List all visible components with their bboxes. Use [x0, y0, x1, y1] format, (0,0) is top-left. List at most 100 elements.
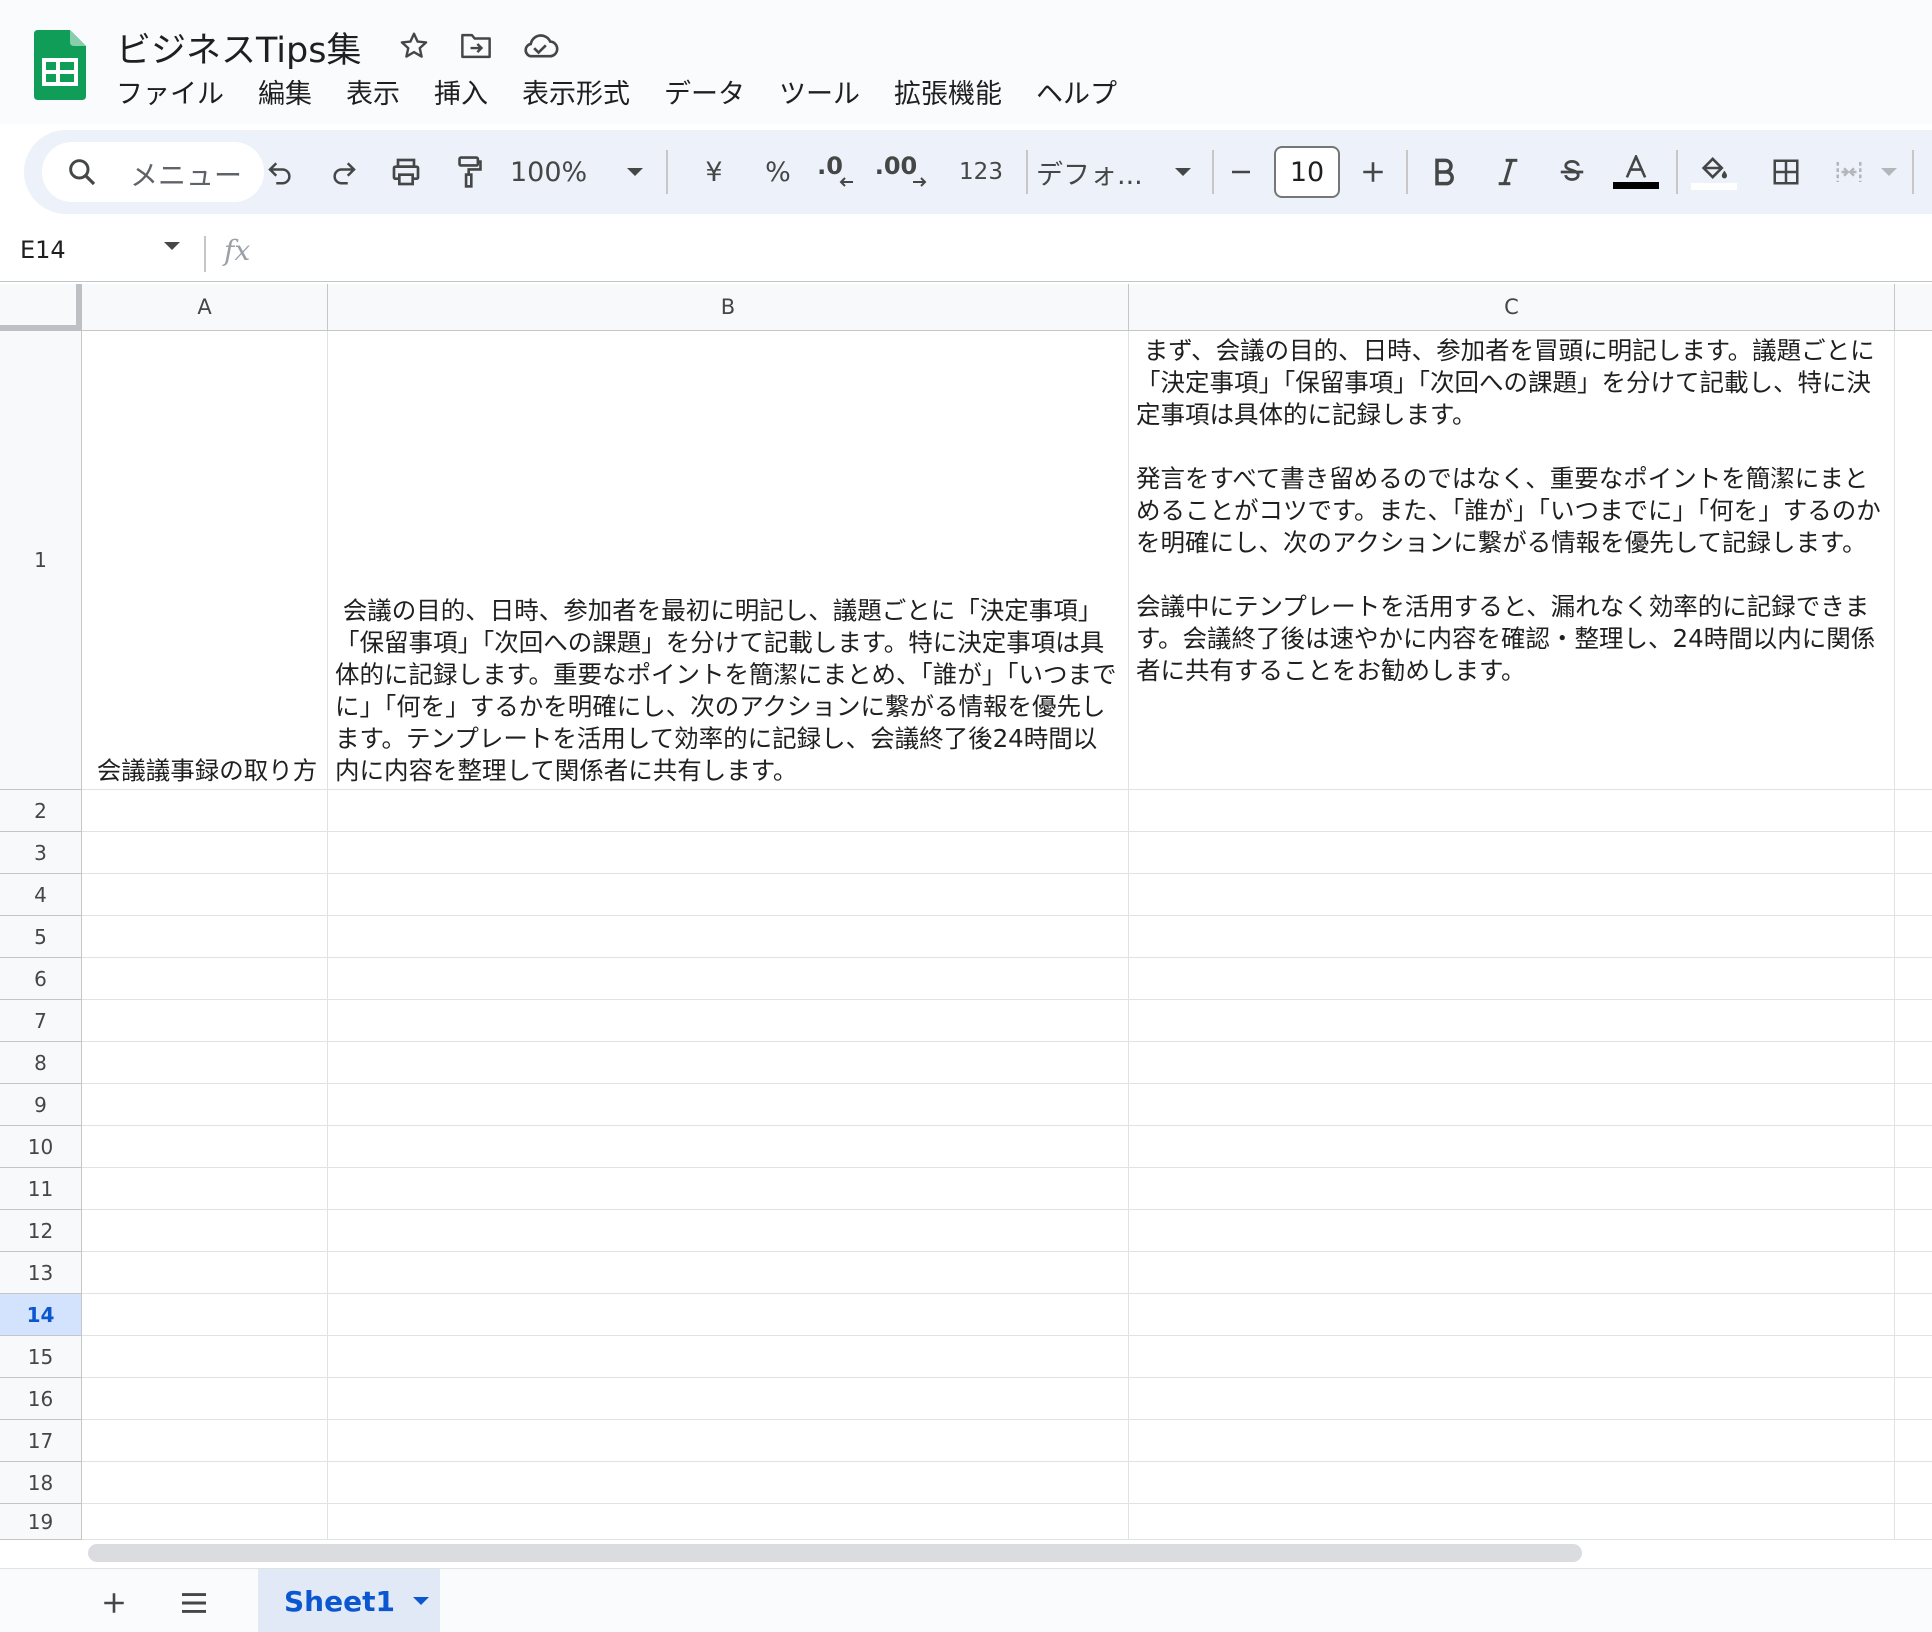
formula-input[interactable] — [270, 234, 1910, 274]
cell-d4[interactable] — [1895, 874, 1932, 916]
cell-a12[interactable] — [82, 1210, 328, 1252]
cell-c9[interactable] — [1129, 1084, 1895, 1126]
menu-tools[interactable]: ツール — [779, 76, 860, 114]
cell-b9[interactable] — [328, 1084, 1129, 1126]
decrease-font-size-icon[interactable] — [1218, 146, 1264, 198]
zoom-dropdown-icon[interactable] — [620, 146, 650, 198]
cell-c18[interactable] — [1129, 1462, 1895, 1504]
cell-b8[interactable] — [328, 1042, 1129, 1084]
row-header[interactable]: 12 — [0, 1210, 82, 1252]
row-header[interactable]: 6 — [0, 958, 82, 1000]
cell-a18[interactable] — [82, 1462, 328, 1504]
row-header[interactable]: 11 — [0, 1168, 82, 1210]
document-title[interactable]: ビジネスTips集 — [116, 22, 361, 73]
merge-dropdown-icon[interactable] — [1876, 146, 1902, 198]
cell-a3[interactable] — [82, 832, 328, 874]
cell-a5[interactable] — [82, 916, 328, 958]
cell-d14[interactable] — [1895, 1294, 1932, 1336]
cell-d7[interactable] — [1895, 1000, 1932, 1042]
decrease-decimal-button[interactable]: .0 — [808, 146, 872, 198]
cell-b11[interactable] — [328, 1168, 1129, 1210]
cell-a13[interactable] — [82, 1252, 328, 1294]
font-dropdown-icon[interactable] — [1168, 146, 1198, 198]
cell-d17[interactable] — [1895, 1420, 1932, 1462]
cell-b12[interactable] — [328, 1210, 1129, 1252]
sheets-logo-icon[interactable] — [34, 30, 86, 100]
cell-d2[interactable] — [1895, 790, 1932, 832]
cell-c4[interactable] — [1129, 874, 1895, 916]
cell-b16[interactable] — [328, 1378, 1129, 1420]
cell-c2[interactable] — [1129, 790, 1895, 832]
cell-c6[interactable] — [1129, 958, 1895, 1000]
menu-file[interactable]: ファイル — [116, 76, 224, 114]
undo-icon[interactable] — [254, 146, 306, 198]
cell-a15[interactable] — [82, 1336, 328, 1378]
increase-decimal-button[interactable]: .00 — [870, 146, 942, 198]
row-header[interactable]: 8 — [0, 1042, 82, 1084]
cell-c12[interactable] — [1129, 1210, 1895, 1252]
fill-color-icon[interactable] — [1686, 146, 1742, 198]
cell-b2[interactable] — [328, 790, 1129, 832]
zoom-select[interactable]: 100% — [510, 146, 620, 198]
cell-a4[interactable] — [82, 874, 328, 916]
cell-c5[interactable] — [1129, 916, 1895, 958]
row-header[interactable]: 3 — [0, 832, 82, 874]
redo-icon[interactable] — [318, 146, 370, 198]
cell-d18[interactable] — [1895, 1462, 1932, 1504]
cell-d1[interactable] — [1895, 331, 1932, 790]
name-box[interactable]: E14 — [20, 236, 66, 264]
row-header[interactable]: 16 — [0, 1378, 82, 1420]
increase-font-size-icon[interactable] — [1350, 146, 1396, 198]
cell-c17[interactable] — [1129, 1420, 1895, 1462]
cell-b13[interactable] — [328, 1252, 1129, 1294]
column-header-a[interactable]: A — [82, 284, 328, 331]
cell-a8[interactable] — [82, 1042, 328, 1084]
row-header[interactable]: 10 — [0, 1126, 82, 1168]
cell-d6[interactable] — [1895, 958, 1932, 1000]
row-header[interactable]: 2 — [0, 790, 82, 832]
star-icon[interactable] — [394, 26, 434, 66]
cell-d3[interactable] — [1895, 832, 1932, 874]
row-header[interactable]: 7 — [0, 1000, 82, 1042]
cell-d13[interactable] — [1895, 1252, 1932, 1294]
print-icon[interactable] — [380, 146, 432, 198]
paint-format-icon[interactable] — [444, 146, 496, 198]
font-family-select[interactable]: デフォ... — [1028, 146, 1188, 198]
add-sheet-icon[interactable] — [90, 1579, 138, 1627]
sheet-tab-dropdown-icon[interactable] — [412, 1597, 429, 1605]
cloud-saved-icon[interactable] — [520, 26, 560, 66]
cell-b18[interactable] — [328, 1462, 1129, 1504]
sheet-tab-sheet1[interactable]: Sheet1 — [258, 1569, 440, 1632]
cell-a7[interactable] — [82, 1000, 328, 1042]
cell-b5[interactable] — [328, 916, 1129, 958]
cell-c3[interactable] — [1129, 832, 1895, 874]
menu-insert[interactable]: 挿入 — [434, 76, 488, 114]
row-header[interactable]: 5 — [0, 916, 82, 958]
menu-search-box[interactable]: メニュー — [42, 142, 264, 202]
percent-format-button[interactable]: % — [752, 146, 804, 198]
column-header-d[interactable] — [1895, 284, 1932, 331]
cell-a16[interactable] — [82, 1378, 328, 1420]
strikethrough-icon[interactable] — [1546, 146, 1598, 198]
menu-extensions[interactable]: 拡張機能 — [894, 76, 1002, 114]
select-all-corner[interactable] — [0, 284, 82, 331]
bold-icon[interactable] — [1418, 146, 1470, 198]
cell-b6[interactable] — [328, 958, 1129, 1000]
cell-d16[interactable] — [1895, 1378, 1932, 1420]
cell-d10[interactable] — [1895, 1126, 1932, 1168]
all-sheets-menu-icon[interactable] — [170, 1579, 218, 1627]
cell-a2[interactable] — [82, 790, 328, 832]
cell-a1[interactable]: 会議議事録の取り方 — [82, 331, 328, 790]
name-box-dropdown-icon[interactable] — [164, 242, 180, 269]
cell-c11[interactable] — [1129, 1168, 1895, 1210]
column-header-c[interactable]: C — [1129, 284, 1895, 331]
borders-icon[interactable] — [1760, 146, 1812, 198]
italic-icon[interactable] — [1482, 146, 1534, 198]
row-header[interactable]: 17 — [0, 1420, 82, 1462]
cell-d15[interactable] — [1895, 1336, 1932, 1378]
column-header-b[interactable]: B — [328, 284, 1129, 331]
row-header[interactable]: 9 — [0, 1084, 82, 1126]
cell-b19[interactable] — [328, 1504, 1129, 1540]
cell-b4[interactable] — [328, 874, 1129, 916]
cell-a14[interactable] — [82, 1294, 328, 1336]
